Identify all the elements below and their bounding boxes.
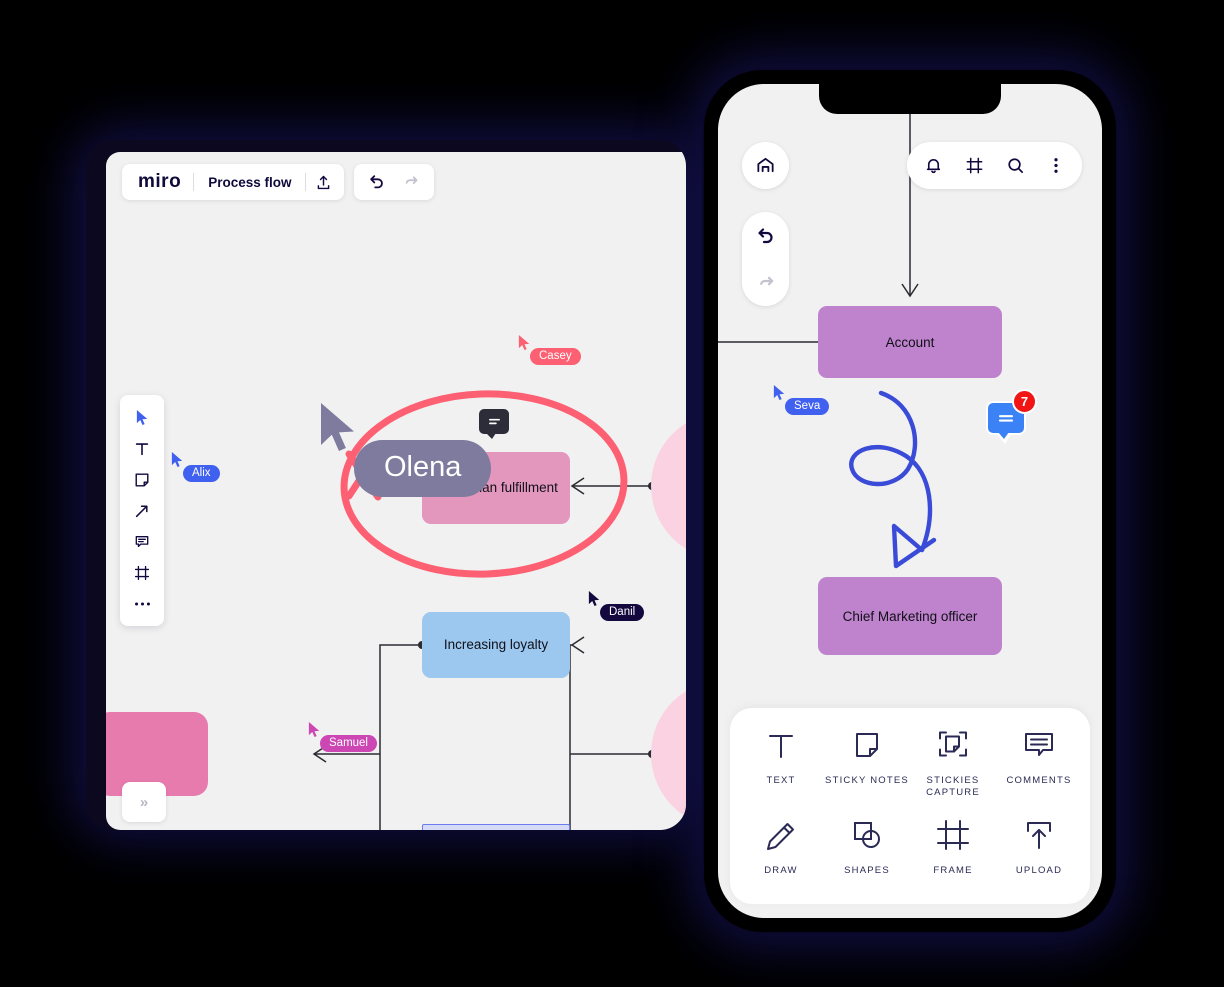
frame-tool-label: FRAME — [933, 865, 973, 877]
cursor-alix: Alix — [170, 451, 220, 482]
sticky-notes-tool-label: STICKY NOTES — [825, 774, 909, 786]
redo-icon[interactable] — [394, 165, 428, 199]
node-main-goal[interactable]: Main goal — [651, 412, 686, 560]
phone-device: Account Chief Marketing officer Seva 7 T… — [704, 70, 1116, 932]
cursor-label-samuel: Samuel — [320, 735, 377, 752]
more-vertical-icon[interactable] — [1040, 150, 1072, 182]
comments-tool-label: COMMENTS — [1006, 774, 1072, 786]
cursor-danil: Danil — [587, 590, 645, 621]
node-repeated-calls[interactable]: Increase in the number of repeated calls — [422, 824, 570, 830]
upload-tool-label: UPLOAD — [1015, 865, 1063, 877]
upload-tool[interactable]: UPLOAD — [996, 818, 1082, 878]
frame-tool[interactable]: FRAME — [910, 818, 996, 878]
cursor-label-danil: Danil — [600, 604, 645, 621]
arrow-tool[interactable] — [125, 496, 159, 525]
undo-icon[interactable] — [360, 165, 394, 199]
cursor-olena — [315, 400, 363, 459]
draw-tool[interactable]: DRAW — [738, 818, 824, 878]
comments-badge[interactable]: 7 — [986, 389, 1037, 444]
cursor-label-alix: Alix — [183, 465, 220, 482]
phone-notch — [819, 84, 1001, 114]
expand-panel-button[interactable]: » — [122, 782, 166, 822]
stickies-capture-tool[interactable]: STICKIES CAPTURE — [910, 728, 996, 801]
miro-logo[interactable]: miro — [126, 171, 193, 193]
shapes-tool-label: SHAPES — [844, 865, 890, 877]
board-title[interactable]: Process flow — [194, 175, 305, 190]
draw-tool-label: DRAW — [764, 865, 798, 877]
sticky-note-tool[interactable] — [125, 465, 159, 494]
undo-redo-group — [354, 164, 435, 200]
node-increasing-loyalty[interactable]: Increasing loyalty — [422, 612, 570, 678]
phone-undo-redo-group — [742, 212, 789, 306]
phone-top-toolbar — [907, 142, 1082, 189]
cursor-label-olena: Olena — [354, 440, 492, 497]
comment-pin-icon[interactable] — [479, 409, 509, 439]
share-upload-icon[interactable] — [306, 165, 340, 199]
tablet-left-toolbar — [120, 395, 164, 626]
cursor-label-casey: Casey — [530, 348, 581, 365]
sticky-notes-tool[interactable]: STICKY NOTES — [824, 728, 910, 801]
text-tool-label: TEXT — [766, 774, 796, 786]
redo-icon[interactable] — [749, 263, 783, 303]
cursor-samuel: Samuel — [307, 721, 377, 752]
home-icon[interactable] — [742, 142, 789, 189]
more-horizontal-icon[interactable] — [125, 589, 159, 618]
phone-screen: Account Chief Marketing officer Seva 7 T… — [718, 84, 1102, 918]
text-tool[interactable]: TEXT — [738, 728, 824, 801]
stickies-capture-tool-label: STICKIES CAPTURE — [926, 774, 980, 799]
cursor-casey: Casey — [517, 334, 581, 365]
node-account[interactable]: Account — [818, 306, 1002, 378]
cursor-label-seva: Seva — [785, 398, 830, 415]
select-tool[interactable] — [125, 403, 159, 432]
node-kpi[interactable]: KPI — [651, 680, 686, 828]
frame-tool[interactable] — [125, 558, 159, 587]
comment-count-badge: 7 — [1012, 389, 1037, 414]
undo-icon[interactable] — [749, 216, 783, 256]
phone-bottom-toolbar: TEXT STICKY NOTES STICKIES CAPTURE COMME… — [730, 707, 1090, 904]
cursor-seva: Seva — [772, 384, 830, 415]
board-header-group: miro Process flow — [122, 164, 345, 200]
search-icon[interactable] — [999, 150, 1031, 182]
notifications-bell-icon[interactable] — [917, 150, 949, 182]
node-chief-marketing-officer[interactable]: Chief Marketing officer — [818, 577, 1002, 655]
comments-tool[interactable]: COMMENTS — [996, 728, 1082, 801]
comment-tool[interactable] — [125, 527, 159, 556]
tablet-header: miro Process flow — [122, 164, 435, 200]
frame-icon[interactable] — [958, 150, 990, 182]
text-tool[interactable] — [125, 434, 159, 463]
shapes-tool[interactable]: SHAPES — [824, 818, 910, 878]
screenshot-stage: miro Process flow » Sales plan fulfillme… — [0, 0, 1224, 987]
